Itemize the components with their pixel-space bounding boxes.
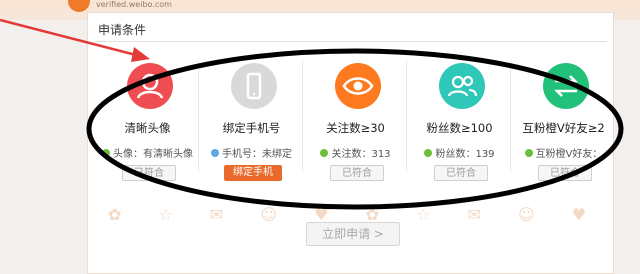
annotation-arrow <box>0 18 150 62</box>
